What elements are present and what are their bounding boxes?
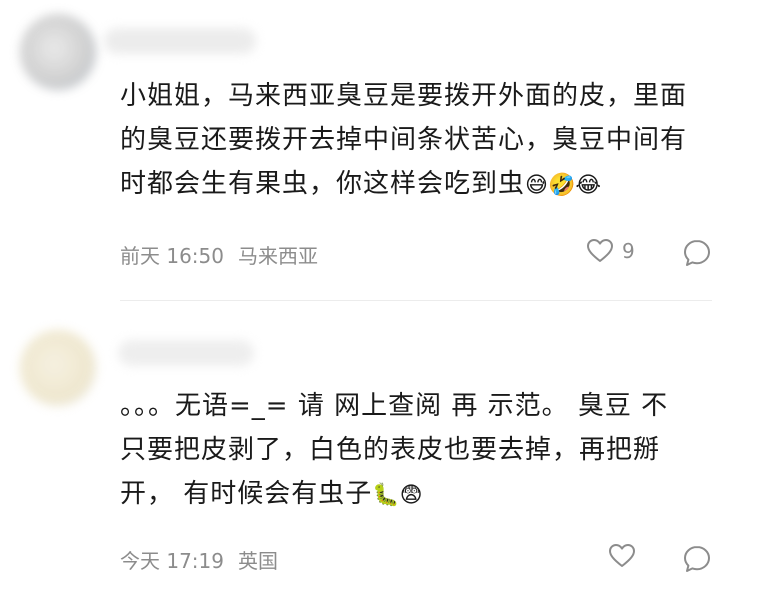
speech-bubble-icon xyxy=(684,240,710,266)
username-blurred[interactable] xyxy=(118,340,254,366)
comment-time: 今天 17:19 xyxy=(120,549,224,573)
comment-location: 英国 xyxy=(238,549,278,573)
avatar[interactable] xyxy=(20,330,96,406)
reply-button[interactable] xyxy=(682,238,712,272)
comment-meta: 今天 17:19 英国 xyxy=(120,545,278,574)
heart-outline-icon xyxy=(587,239,613,262)
comment-emojis: 🐛😨 xyxy=(372,483,423,508)
divider xyxy=(120,300,712,301)
comment-text: 小姐姐，马来西亚臭豆是要拨开外面的皮，里面 的臭豆还要拨开去掉中间条状苦心，臭豆… xyxy=(120,74,720,208)
like-button[interactable]: 9 xyxy=(586,238,635,264)
speech-bubble-icon xyxy=(684,546,710,572)
like-button[interactable] xyxy=(608,543,644,569)
comment-text: 。。。无语=_= 请 网上查阅 再 示范。 臭豆 不 只要把皮剥了，白色的表皮也… xyxy=(120,384,720,518)
username-blurred[interactable] xyxy=(104,28,256,54)
comment-emojis: 😅🤣😂 xyxy=(525,173,602,198)
comment-location: 马来西亚 xyxy=(238,244,318,268)
like-count: 9 xyxy=(622,239,635,263)
avatar[interactable] xyxy=(20,14,96,90)
comment-body: 小姐姐，马来西亚臭豆是要拨开外面的皮，里面 的臭豆还要拨开去掉中间条状苦心，臭豆… xyxy=(120,81,688,199)
heart-outline-icon xyxy=(609,544,635,567)
reply-button[interactable] xyxy=(682,544,712,578)
comment-meta: 前天 16:50 马来西亚 xyxy=(120,240,318,269)
comment-time: 前天 16:50 xyxy=(120,244,224,268)
